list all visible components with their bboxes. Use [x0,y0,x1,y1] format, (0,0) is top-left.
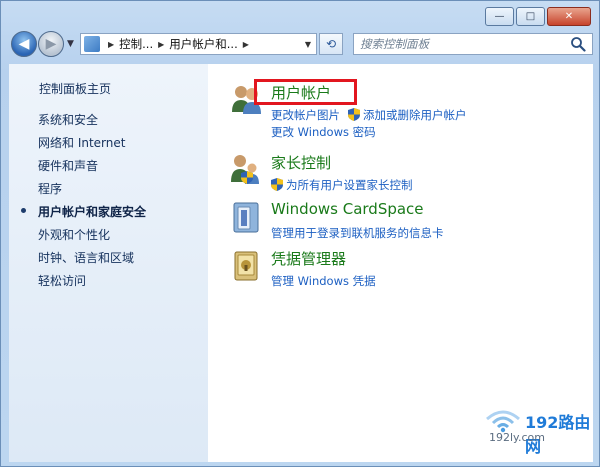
sidebar-home-link[interactable]: 控制面板主页 [39,80,111,97]
change-account-picture-link[interactable]: 更改帐户图片 [271,107,340,123]
sidebar-item-label: 系统和安全 [38,113,99,127]
sidebar-item-hardware-sound[interactable]: 硬件和声音 [9,157,208,180]
search-box[interactable] [353,33,593,55]
sidebar-category-list: 系统和安全 网络和 Internet 硬件和声音 程序 用户帐户和家庭安全 外观… [9,111,208,295]
control-panel-window: — □ ✕ ◀ ▶ ▼ ▶ 控制... ▶ 用户帐户和... ▶ ▼ ⟲ 控制面… [0,0,600,467]
control-panel-icon [84,36,100,52]
category-links: 为所有用户设置家长控制 [271,176,413,193]
sidebar-item-system-security[interactable]: 系统和安全 [9,111,208,134]
category-title[interactable]: 家长控制 [271,152,331,173]
uac-shield-icon [348,108,360,121]
category-links: 更改帐户图片 添加或删除用户帐户 更改 Windows 密码 [271,106,467,140]
manage-windows-credentials-link[interactable]: 管理 Windows 凭据 [271,273,376,289]
back-arrow-icon: ◀ [18,36,30,52]
close-button[interactable]: ✕ [547,7,591,26]
sidebar-item-label: 硬件和声音 [38,159,99,173]
highlight-rectangle [254,79,357,105]
category-links: 管理用于登录到联机服务的信息卡 [271,224,444,241]
caption-buttons: — □ ✕ [485,7,591,26]
watermark-subtitle: 192ly.com [489,431,545,444]
sidebar: 控制面板主页 系统和安全 网络和 Internet 硬件和声音 程序 用户帐户和… [9,64,208,462]
breadcrumb-separator-icon[interactable]: ▶ [108,40,114,49]
set-parental-controls-link[interactable]: 为所有用户设置家长控制 [286,177,413,193]
address-bar[interactable]: ▶ 控制... ▶ 用户帐户和... ▶ ▼ [80,33,317,55]
breadcrumb-separator-icon[interactable]: ▶ [243,40,249,49]
sidebar-item-network[interactable]: 网络和 Internet [9,134,208,157]
sidebar-item-ease-of-access[interactable]: 轻松访问 [9,272,208,295]
uac-shield-icon [271,178,283,191]
refresh-button[interactable]: ⟲ [319,33,343,55]
parental-controls-icon[interactable] [230,152,264,186]
address-dropdown-button[interactable]: ▼ [300,34,316,54]
forward-button[interactable]: ▶ [38,31,64,57]
minimize-button[interactable]: — [485,7,514,26]
site-watermark: 192路由网 192ly.com [479,407,597,456]
breadcrumb-separator-icon[interactable]: ▶ [158,40,164,49]
search-icon[interactable] [570,36,586,52]
sidebar-item-label: 轻松访问 [38,274,87,288]
cardspace-icon[interactable] [230,200,264,234]
manage-information-cards-link[interactable]: 管理用于登录到联机服务的信息卡 [271,225,444,241]
forward-arrow-icon: ▶ [45,36,57,52]
category-title[interactable]: 凭据管理器 [271,248,346,269]
active-bullet-icon [21,208,26,213]
main-content: 用户帐户 更改帐户图片 添加或删除用户帐户 更改 Windows 密码 家长控制… [208,64,593,462]
sidebar-item-label: 程序 [38,182,63,196]
category-title[interactable]: Windows CardSpace [271,200,424,218]
sidebar-item-label: 时钟、语言和区域 [38,251,135,265]
sidebar-item-user-accounts[interactable]: 用户帐户和家庭安全 [9,203,208,226]
sidebar-item-label: 网络和 Internet [38,136,126,150]
sidebar-item-clock-language[interactable]: 时钟、语言和区域 [9,249,208,272]
sidebar-item-label: 用户帐户和家庭安全 [38,205,147,219]
search-input[interactable] [360,36,560,52]
wifi-logo-icon [486,410,520,433]
add-remove-user-accounts-link[interactable]: 添加或删除用户帐户 [363,107,467,123]
recent-pages-dropdown[interactable]: ▼ [67,39,74,49]
sidebar-item-appearance[interactable]: 外观和个性化 [9,226,208,249]
back-button[interactable]: ◀ [11,31,37,57]
change-windows-password-link[interactable]: 更改 Windows 密码 [271,124,376,140]
breadcrumb-control-panel[interactable]: 控制... [119,36,153,52]
sidebar-item-label: 外观和个性化 [38,228,111,242]
category-links: 管理 Windows 凭据 [271,272,376,289]
maximize-button[interactable]: □ [516,7,545,26]
sidebar-item-programs[interactable]: 程序 [9,180,208,203]
credential-manager-icon[interactable] [230,248,264,282]
breadcrumb-user-accounts[interactable]: 用户帐户和... [169,36,237,52]
refresh-icon: ⟲ [325,37,337,51]
